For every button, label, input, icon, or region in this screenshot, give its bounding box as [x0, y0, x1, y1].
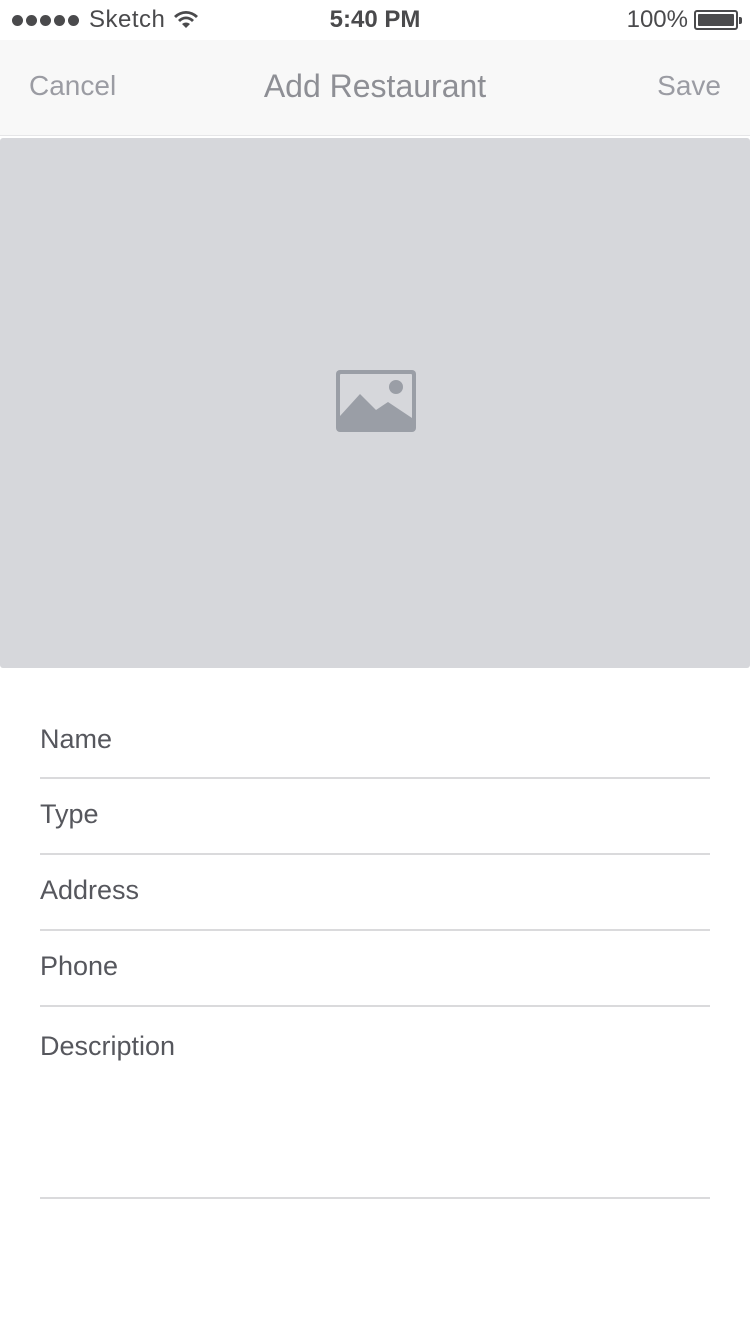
name-field[interactable]: Name: [40, 704, 710, 779]
type-field[interactable]: Type: [40, 779, 710, 855]
battery-icon: [694, 10, 742, 30]
description-field-label: Description: [40, 1031, 176, 1061]
photo-picker[interactable]: [0, 138, 750, 668]
restaurant-form: Name Type Address Phone Description: [40, 704, 710, 1199]
save-button[interactable]: Save: [657, 70, 721, 102]
page-title: Add Restaurant: [263, 68, 487, 104]
phone-field-label: Phone: [40, 951, 119, 981]
address-field-label: Address: [40, 875, 140, 905]
address-field[interactable]: Address: [40, 855, 710, 931]
image-icon: [336, 370, 416, 432]
battery-percentage: 100%: [626, 6, 688, 33]
navigation-bar: Cancel Add Restaurant Save: [0, 40, 750, 136]
status-bar: Sketch 5:40 PM 100%: [0, 0, 750, 40]
status-right: 100%: [626, 6, 742, 34]
name-field-label: Name: [40, 724, 113, 754]
type-field-label: Type: [40, 799, 99, 829]
phone-field[interactable]: Phone: [40, 931, 710, 1007]
description-field[interactable]: Description: [40, 1007, 710, 1199]
